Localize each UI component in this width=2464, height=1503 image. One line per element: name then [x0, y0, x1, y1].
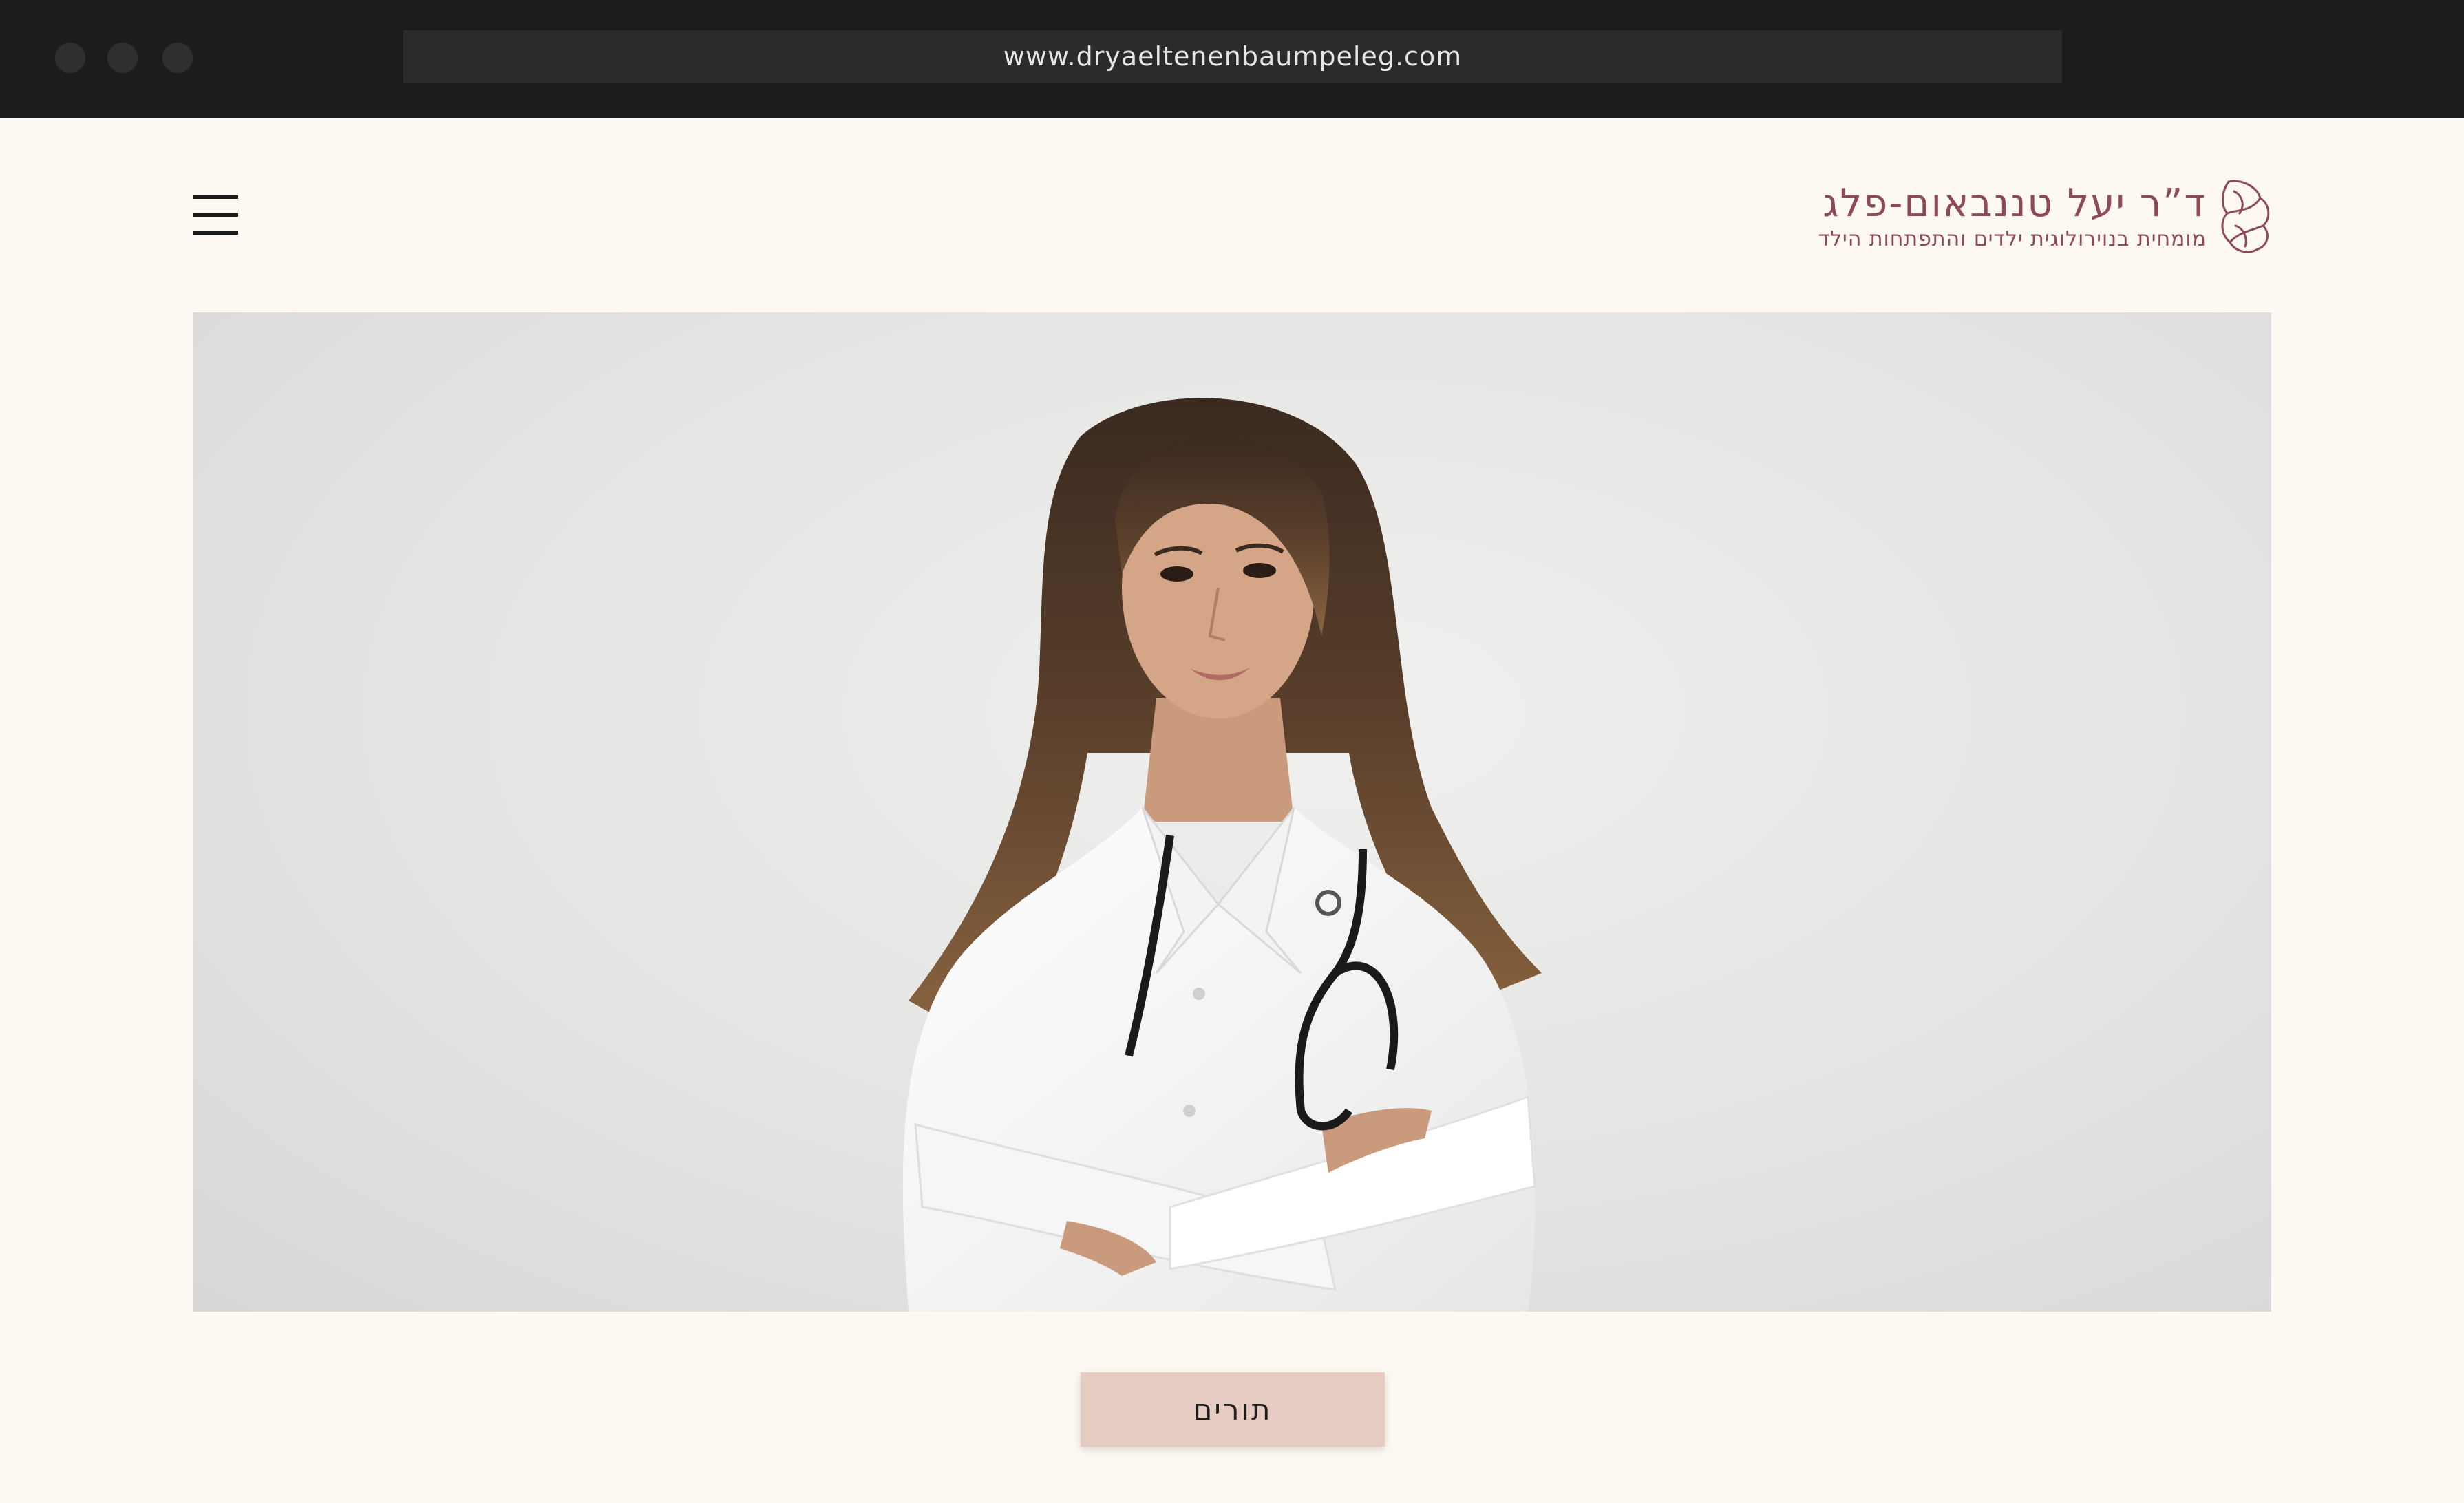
logo-title: ד”ר יעל טננבאום-פלג	[1823, 181, 2207, 226]
doctor-portrait	[902, 398, 1542, 1312]
hero-image	[193, 312, 2271, 1312]
window-close-dot[interactable]	[55, 43, 85, 73]
menu-line	[193, 213, 238, 217]
appointments-button[interactable]: תורים	[1081, 1372, 1385, 1447]
menu-line	[193, 195, 238, 199]
site-logo[interactable]: ד”ר יעל טננבאום-פלג מומחית בנוירולוגית י…	[1818, 178, 2271, 257]
window-maximize-dot[interactable]	[162, 43, 193, 73]
menu-line	[193, 231, 238, 235]
url-text: www.dryaeltenenbaumpeleg.com	[1003, 41, 1463, 72]
appointments-button-label: תורים	[1193, 1392, 1273, 1427]
window-minimize-dot[interactable]	[107, 43, 138, 73]
browser-chrome: www.dryaeltenenbaumpeleg.com	[0, 0, 2464, 118]
logo-text: ד”ר יעל טננבאום-פלג מומחית בנוירולוגית י…	[1818, 182, 2207, 253]
brain-outline-icon	[2221, 180, 2270, 253]
logo-subtitle: מומחית בנוירולוגית ילדים והתפתחות הילד	[1818, 227, 2207, 251]
address-bar[interactable]: www.dryaeltenenbaumpeleg.com	[403, 30, 2062, 83]
hamburger-menu-icon[interactable]	[193, 195, 238, 235]
